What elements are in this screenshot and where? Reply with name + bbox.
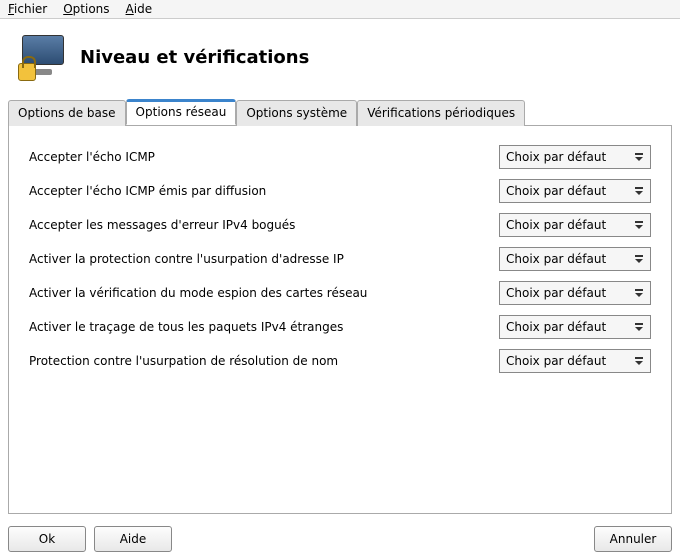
- menu-help[interactable]: Aide: [126, 2, 153, 16]
- option-row: Accepter l'écho ICMP émis par diffusion C…: [25, 174, 655, 208]
- ok-button[interactable]: Ok: [8, 526, 86, 552]
- option-select[interactable]: Choix par défaut: [499, 213, 651, 237]
- option-select-value: Choix par défaut: [506, 252, 630, 266]
- tab-bar: Options de base Options réseau Options s…: [8, 99, 672, 125]
- option-label: Activer le traçage de tous les paquets I…: [25, 310, 495, 344]
- tab-options-systeme[interactable]: Options système: [236, 100, 357, 126]
- tab-options-base[interactable]: Options de base: [8, 100, 126, 126]
- option-select-value: Choix par défaut: [506, 218, 630, 232]
- option-select-value: Choix par défaut: [506, 354, 630, 368]
- option-label: Accepter l'écho ICMP émis par diffusion: [25, 174, 495, 208]
- option-row: Activer la vérification du mode espion d…: [25, 276, 655, 310]
- option-row: Activer le traçage de tous les paquets I…: [25, 310, 655, 344]
- option-label: Activer la vérification du mode espion d…: [25, 276, 495, 310]
- option-label: Activer la protection contre l'usurpatio…: [25, 242, 495, 276]
- options-table: Accepter l'écho ICMPChoix par défautAcce…: [25, 140, 655, 378]
- menubar: Fichier Options Aide: [0, 0, 680, 19]
- option-select[interactable]: Choix par défaut: [499, 281, 651, 305]
- dropdown-arrow-icon: [630, 283, 648, 303]
- dropdown-arrow-icon: [630, 351, 648, 371]
- dropdown-arrow-icon: [630, 249, 648, 269]
- menu-file[interactable]: Fichier: [8, 2, 47, 16]
- option-row: Accepter les messages d'erreur IPv4 bogu…: [25, 208, 655, 242]
- option-select-value: Choix par défaut: [506, 150, 630, 164]
- dropdown-arrow-icon: [630, 215, 648, 235]
- tab-verifications-periodiques[interactable]: Vérifications périodiques: [357, 100, 525, 126]
- menu-options[interactable]: Options: [63, 2, 109, 16]
- tab-panel-options-reseau: Accepter l'écho ICMPChoix par défautAcce…: [8, 125, 672, 514]
- page-title: Niveau et vérifications: [80, 47, 309, 68]
- header: Niveau et vérifications: [0, 19, 680, 99]
- option-select[interactable]: Choix par défaut: [499, 179, 651, 203]
- option-row: Activer la protection contre l'usurpatio…: [25, 242, 655, 276]
- option-row: Accepter l'écho ICMP Choix par défaut: [25, 140, 655, 174]
- help-button[interactable]: Aide: [94, 526, 172, 552]
- dropdown-arrow-icon: [630, 317, 648, 337]
- dropdown-arrow-icon: [630, 147, 648, 167]
- footer-buttons: Ok Aide Annuler: [0, 522, 680, 560]
- option-select[interactable]: Choix par défaut: [499, 315, 651, 339]
- option-label: Accepter l'écho ICMP: [25, 140, 495, 174]
- option-select-value: Choix par défaut: [506, 286, 630, 300]
- cancel-button[interactable]: Annuler: [594, 526, 672, 552]
- option-select-value: Choix par défaut: [506, 320, 630, 334]
- option-select[interactable]: Choix par défaut: [499, 247, 651, 271]
- option-label: Accepter les messages d'erreur IPv4 bogu…: [25, 208, 495, 242]
- option-label: Protection contre l'usurpation de résolu…: [25, 344, 495, 378]
- option-select[interactable]: Choix par défaut: [499, 145, 651, 169]
- tab-options-reseau[interactable]: Options réseau: [126, 99, 237, 125]
- option-select-value: Choix par défaut: [506, 184, 630, 198]
- option-row: Protection contre l'usurpation de résolu…: [25, 344, 655, 378]
- dropdown-arrow-icon: [630, 181, 648, 201]
- security-monitor-icon: [18, 33, 66, 81]
- option-select[interactable]: Choix par défaut: [499, 349, 651, 373]
